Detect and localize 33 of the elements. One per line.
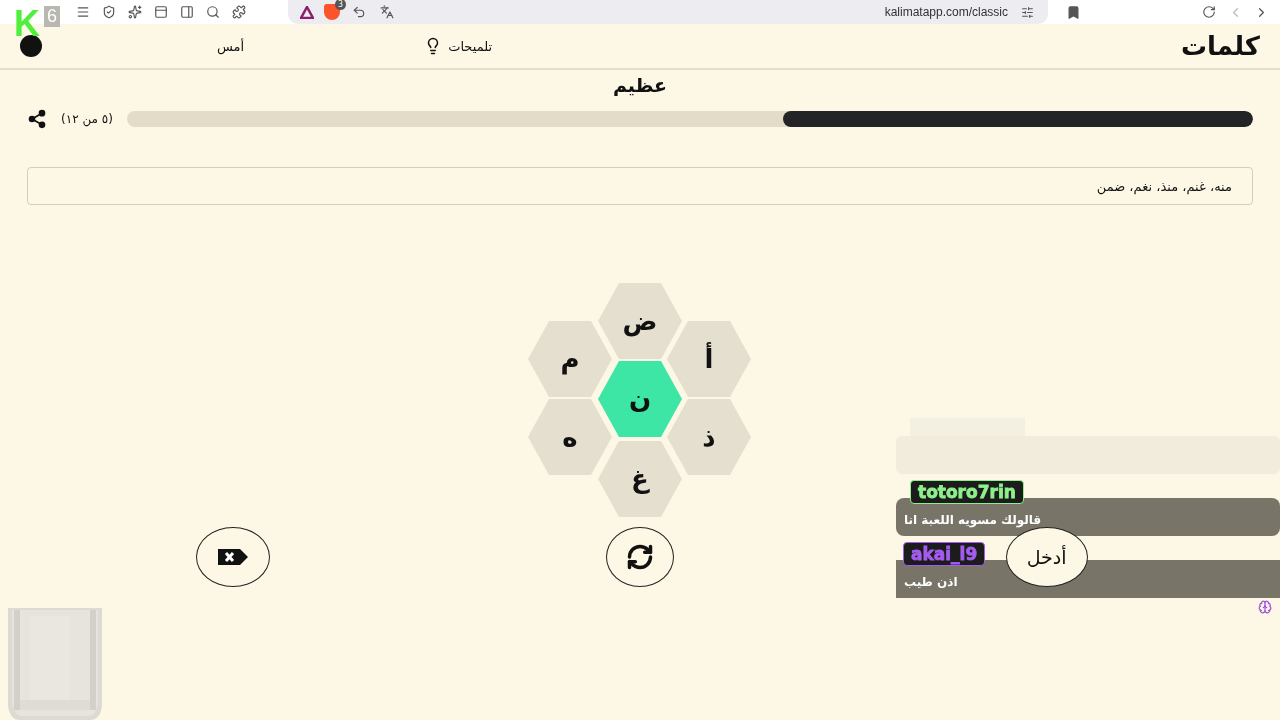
viewer-count: 6 [44,6,60,27]
rank-title: عظيم [611,74,669,98]
reload-icon[interactable] [1200,3,1218,21]
url-text[interactable]: kalimatapp.com/classic [884,5,1008,19]
letter-tile[interactable]: ن [598,361,682,437]
chat-username: totoro7rin [910,480,1024,504]
translate-icon[interactable] [378,3,396,21]
hints-link[interactable]: تلميحات [424,37,493,55]
chat-message: قالولك مسويه اللعبة انا [896,498,1280,536]
letter-tile[interactable]: ذ [667,399,751,475]
found-words-box: منه، غنم، منذ، نغم، ضمن [27,167,1253,205]
stream-logo: K [14,6,40,42]
chat-username: akai_l9 [903,542,986,566]
letter-tile[interactable]: ه [528,399,612,475]
letter-tile[interactable]: غ [598,441,682,517]
letter-tile[interactable]: م [528,321,612,397]
puzzle-icon[interactable] [230,3,248,21]
triangle-icon[interactable] [300,5,314,19]
search-icon[interactable] [204,3,222,21]
progress-reading: (٥ من ١٢) [61,112,113,126]
backspace-icon [216,547,251,567]
sidebar-icon[interactable] [178,3,196,21]
notification-badge: 3 [335,0,347,10]
avatar-icon[interactable] [20,35,42,57]
letter-tile[interactable]: ض [598,283,682,359]
site-logo[interactable]: كلمات [1180,31,1260,61]
tab-icon[interactable] [152,3,170,21]
yesterday-link[interactable]: أمس [217,38,245,54]
shuffle-icon [626,543,654,571]
sparkle-icon[interactable] [126,3,144,21]
share-icon[interactable] [27,109,47,129]
letter-tile[interactable]: أ [667,321,751,397]
brain-icon[interactable] [1258,600,1272,614]
